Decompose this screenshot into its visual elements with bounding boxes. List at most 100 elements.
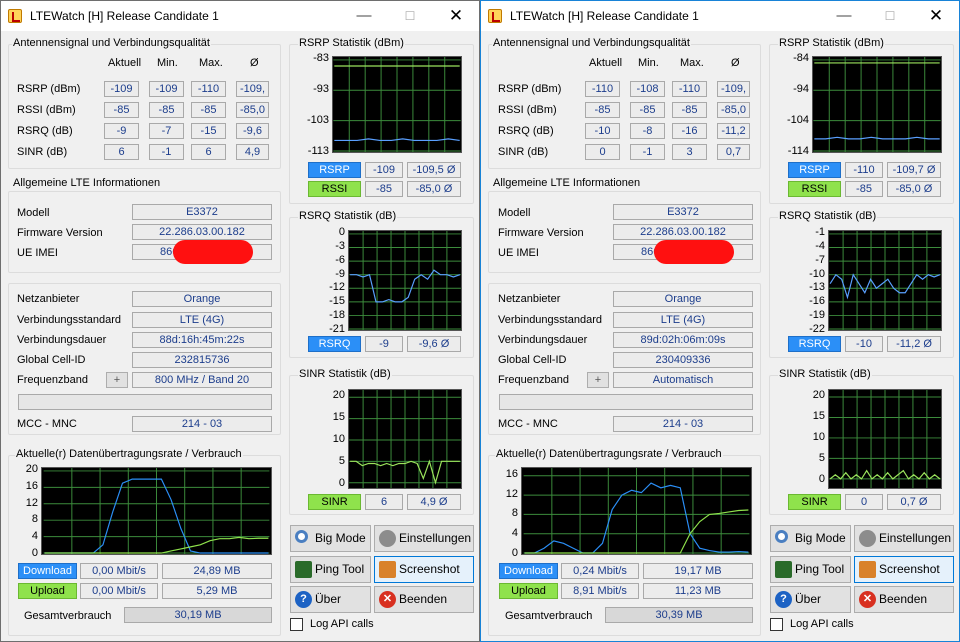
signal-row-label: RSSI (dBm) — [498, 104, 557, 116]
about-button[interactable]: ? Über — [290, 586, 371, 613]
rssi-now: -85 — [845, 181, 883, 197]
ping-tool-button[interactable]: Ping Tool — [770, 556, 851, 583]
provider-label: Netzanbieter — [17, 293, 80, 305]
signal-row-label: RSRQ (dB) — [17, 125, 73, 137]
close-button[interactable]: ✕ — [433, 5, 479, 27]
chart-plot-area — [812, 56, 942, 153]
minimize-button[interactable]: — — [821, 5, 867, 27]
quit-button[interactable]: ✕ Beenden — [854, 586, 954, 613]
sinr-now: 0 — [845, 494, 883, 510]
maximize-button[interactable]: ☐ — [867, 5, 913, 27]
window-left: LTEWatch [H] Release Candidate 1— ☐ ✕ Anten… — [0, 0, 480, 642]
terminal-icon — [775, 561, 792, 578]
minimize-button[interactable]: — — [341, 5, 387, 27]
chart-plot-area — [521, 467, 752, 555]
screenshot-button[interactable]: Screenshot — [374, 556, 474, 583]
big-mode-button[interactable]: Big Mode — [770, 525, 851, 552]
signal-value: -108 — [630, 81, 665, 97]
maximize-button[interactable]: ☐ — [387, 5, 433, 27]
signal-value: -10 — [585, 123, 620, 139]
y-tick-label: 20 — [25, 463, 38, 475]
firmware-label: Firmware Version — [498, 227, 584, 239]
ping-tool-button[interactable]: Ping Tool — [290, 556, 371, 583]
signal-value: -109, — [717, 81, 750, 97]
gear-icon — [379, 530, 396, 547]
quit-label: Beenden — [879, 592, 928, 606]
y-tick-label: -113 — [307, 145, 329, 157]
signal-value: -85 — [585, 102, 620, 118]
y-tick-label: 20 — [332, 389, 345, 402]
quit-button[interactable]: ✕ Beenden — [374, 586, 474, 613]
mcc-label: MCC - MNC — [498, 418, 558, 430]
signal-row-label: RSRQ (dB) — [498, 125, 554, 137]
close-button[interactable]: ✕ — [913, 5, 959, 27]
y-tick-label: -7 — [815, 253, 825, 266]
about-button[interactable]: ? Über — [770, 586, 851, 613]
firmware-label: Firmware Version — [17, 227, 103, 239]
signal-value: 6 — [191, 144, 226, 160]
y-tick-label: -21 — [329, 323, 345, 335]
chart-plot-area — [348, 389, 462, 489]
mcc-label: MCC - MNC — [17, 418, 77, 430]
rsrq-now: -10 — [845, 336, 883, 352]
total-label: Gesamtverbrauch — [505, 610, 593, 622]
download-legend: Download — [18, 563, 77, 579]
y-tick-label: 12 — [505, 487, 518, 500]
screenshot-button[interactable]: Screenshot — [854, 556, 954, 583]
signal-value: -85 — [191, 102, 226, 118]
y-tick-label: 15 — [812, 410, 825, 423]
big-mode-button[interactable]: Big Mode — [290, 525, 371, 552]
sinr-avg: 4,9 Ø — [407, 494, 461, 510]
chart-svg — [349, 231, 461, 330]
lte-info-group-label: Allgemeine LTE Informationen — [492, 177, 642, 189]
y-tick-label: 4 — [31, 530, 38, 543]
signal-value: -7 — [149, 123, 184, 139]
band-expand-button[interactable]: + — [587, 372, 609, 388]
picture-icon — [379, 561, 396, 578]
y-tick-label: -3 — [335, 239, 345, 252]
rsrp-avg: -109,7 Ø — [887, 162, 941, 178]
y-tick-label: 12 — [25, 496, 38, 509]
log-api-checkbox[interactable] — [290, 618, 303, 631]
download-total: 24,89 MB — [162, 563, 272, 579]
signal-value: -85 — [104, 102, 139, 118]
rsrp-stat-label: RSRP Statistik (dBm) — [778, 37, 885, 49]
col-header-0: Aktuell — [589, 57, 623, 69]
download-total: 19,17 MB — [643, 563, 753, 579]
signal-value: -85 — [672, 102, 707, 118]
signal-value: -109, — [236, 81, 269, 97]
col-header-2: Max. — [680, 57, 704, 69]
band-detail-bar — [499, 394, 753, 410]
model-label: Modell — [17, 207, 50, 219]
rssi-legend: RSSI — [308, 181, 361, 197]
signal-group-label: Antennensignal und Verbindungsqualität — [12, 37, 211, 49]
settings-button[interactable]: Einstellungen — [854, 525, 954, 552]
about-label: Über — [795, 592, 822, 606]
y-tick-label: -83 — [313, 52, 329, 64]
about-label: Über — [315, 592, 342, 606]
info-icon: ? — [775, 591, 792, 608]
imei-label: UE IMEI — [498, 247, 539, 259]
settings-button[interactable]: Einstellungen — [374, 525, 474, 552]
window-right: LTEWatch [H] Release Candidate 1— ☐ ✕ Anten… — [480, 0, 960, 642]
upload-total: 5,29 MB — [162, 583, 272, 599]
upload-legend: Upload — [499, 583, 558, 599]
y-tick-label: 8 — [31, 513, 38, 526]
y-tick-label: 10 — [332, 433, 345, 445]
rsrp-legend: RSRP — [788, 162, 841, 178]
imei-label: UE IMEI — [17, 247, 58, 259]
y-tick-label: 4 — [511, 527, 518, 540]
log-api-checkbox[interactable] — [770, 618, 783, 631]
total-value: 30,19 MB — [124, 607, 272, 623]
band-value: Automatisch — [613, 372, 753, 388]
band-expand-button[interactable]: + — [106, 372, 128, 388]
rsrp-now: -110 — [845, 162, 883, 178]
title-bar: LTEWatch [H] Release Candidate 1 — ☐ ✕ — [481, 1, 959, 31]
provider-value: Orange — [132, 291, 272, 307]
signal-value: -85,0 — [717, 102, 750, 118]
signal-value: -9,6 — [236, 123, 269, 139]
rate-group-label: Aktuelle(r) Datenübertragungsrate / Verb… — [15, 448, 243, 460]
title-bar: LTEWatch [H] Release Candidate 1 — ☐ ✕ — [1, 1, 479, 31]
y-tick-label: -19 — [809, 309, 825, 322]
band-value: 800 MHz / Band 20 — [132, 372, 272, 388]
